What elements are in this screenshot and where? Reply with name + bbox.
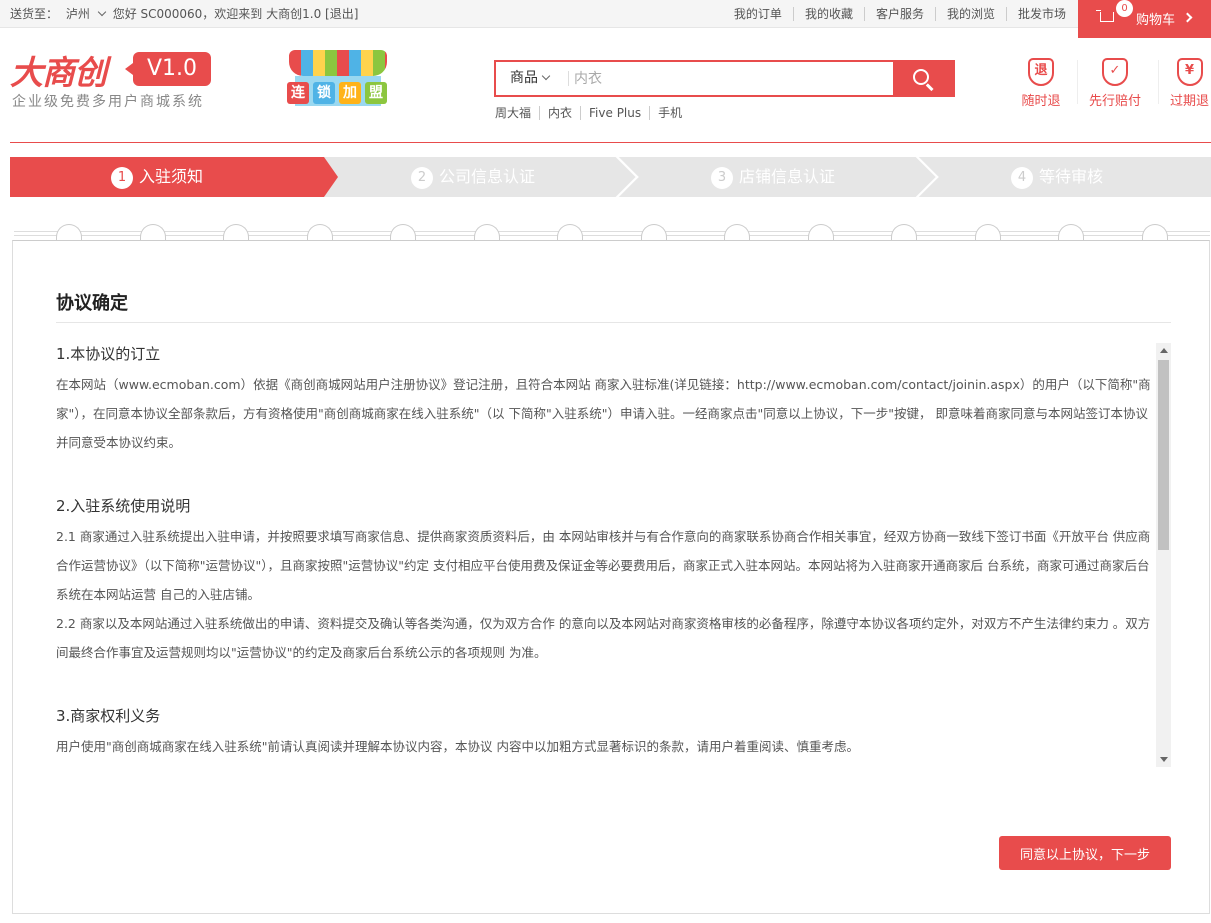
logo-slogan: 企业级免费多用户商城系统	[12, 94, 204, 110]
hot-keyword[interactable]: 内衣	[539, 106, 581, 120]
chevron-down-icon	[97, 7, 107, 17]
yuan-shield-icon: ¥	[1176, 58, 1203, 86]
city-selector[interactable]: 泸州	[65, 7, 107, 21]
section-paragraph: 2.1 商家通过入驻系统提出入驻申请，并按照要求填写商家信息、提供商家资质资料后…	[56, 529, 1151, 602]
promise-expiry-refund[interactable]: ¥ 过期退	[1168, 58, 1211, 109]
step-label: 店铺信息认证	[739, 167, 836, 186]
agreement-section: 3.商家权利义务 用户使用"商创商城商家在线入驻系统"前请认真阅读并理解本协议内…	[56, 705, 1156, 761]
step-2: 2 公司信息认证	[411, 157, 535, 197]
agreement-scroll-box[interactable]: 1.本协议的订立 在本网站（www.ecmoban.com）依据《商创商城网站用…	[56, 343, 1171, 767]
step-3: 3 店铺信息认证	[711, 157, 835, 197]
return-shield-icon: 退	[1028, 58, 1054, 86]
topbar-links: 我的订单 我的收藏 客户服务 我的浏览 批发市场	[722, 0, 1077, 28]
promise-return-anytime[interactable]: 退 随时退	[1018, 58, 1064, 109]
hot-keywords: 周大福 内衣 Five Plus 手机	[495, 104, 691, 121]
hot-keyword[interactable]: Five Plus	[580, 106, 650, 120]
panel-divider	[56, 322, 1171, 323]
link-my-favorites[interactable]: 我的收藏	[793, 7, 865, 21]
step-label: 等待审核	[1039, 167, 1104, 186]
step-4: 4 等待审核	[1011, 157, 1103, 197]
section-paragraph: 在本网站（www.ecmoban.com）依据《商创商城网站用户注册协议》登记注…	[56, 377, 1151, 450]
step-number: 2	[411, 167, 433, 189]
agreement-panel: 协议确定 1.本协议的订立 在本网站（www.ecmoban.com）依据《商创…	[12, 240, 1210, 914]
scroll-up-arrow-icon[interactable]	[1160, 348, 1168, 353]
promise-advance-compensation[interactable]: ✓ 先行赔付	[1085, 58, 1145, 109]
agree-next-button[interactable]: 同意以上协议，下一步	[999, 836, 1171, 870]
ship-to-label: 送货至：	[10, 7, 59, 21]
step-number: 3	[711, 167, 733, 189]
scroll-thumb[interactable]	[1158, 360, 1169, 550]
franchise-banner[interactable]: 连 锁 加 盟	[285, 48, 391, 110]
promise-label: 过期退	[1169, 94, 1209, 109]
promise-divider	[1077, 60, 1078, 104]
search-button[interactable]	[893, 62, 953, 95]
city-label: 泸州	[65, 7, 90, 21]
link-my-history[interactable]: 我的浏览	[935, 7, 1007, 21]
topbar-left: 送货至： 泸州 您好 SC000060，欢迎来到 大商创1.0 [退出]	[10, 0, 362, 28]
panel-title: 协议确定	[56, 293, 128, 314]
cart-label: 购物车	[1136, 13, 1176, 28]
logo-version: V1.0	[125, 52, 211, 86]
cart-button[interactable]: 0 购物车	[1078, 0, 1211, 38]
hot-keyword[interactable]: 手机	[649, 106, 691, 120]
chevron-down-icon	[541, 71, 551, 81]
search-separator	[568, 71, 569, 86]
progress-steps: 1 入驻须知 2 公司信息认证 3 店铺信息认证 4 等待审核	[10, 157, 1211, 197]
franchise-char: 盟	[365, 82, 387, 104]
section-heading: 1.本协议的订立	[56, 345, 161, 363]
binder-line	[14, 231, 1210, 232]
franchise-char: 连	[287, 82, 309, 104]
promise-divider	[1158, 60, 1159, 104]
top-bar: 送货至： 泸州 您好 SC000060，欢迎来到 大商创1.0 [退出] 我的订…	[0, 0, 1211, 28]
search-input[interactable]	[574, 64, 884, 93]
promise-label: 随时退	[1021, 94, 1061, 109]
section-paragraph: 用户使用"商创商城商家在线入驻系统"前请认真阅读并理解本协议内容，本协议 内容中…	[56, 739, 859, 754]
scroll-down-arrow-icon[interactable]	[1160, 757, 1168, 762]
link-my-orders[interactable]: 我的订单	[722, 7, 794, 21]
section-heading: 2.入驻系统使用说明	[56, 497, 191, 515]
agreement-text: 1.本协议的订立 在本网站（www.ecmoban.com）依据《商创商城网站用…	[56, 343, 1156, 767]
welcome-text: 您好 SC000060，欢迎来到 大商创1.0 [退出]	[112, 7, 359, 21]
search-category-label: 商品	[510, 70, 538, 86]
check-shield-icon: ✓	[1102, 58, 1128, 86]
binder-line	[14, 235, 1210, 236]
franchise-char: 加	[339, 82, 361, 104]
step-label: 公司信息认证	[439, 167, 536, 186]
shop-awning-icon	[289, 50, 387, 76]
site-logo[interactable]: 大商创	[10, 46, 107, 94]
step-number: 1	[111, 167, 133, 189]
hot-keyword[interactable]: 周大福	[495, 106, 539, 120]
section-paragraph: 2.2 商家以及本网站通过入驻系统做出的申请、资料提交及确认等各类沟通，仅为双方…	[56, 616, 1151, 660]
cart-count-badge: 0	[1116, 0, 1133, 17]
step-active-arrow	[324, 157, 338, 197]
header-divider	[10, 142, 1211, 143]
link-customer-service[interactable]: 客户服务	[864, 7, 936, 21]
search-category-select[interactable]: 商品	[510, 62, 551, 95]
step-label: 入驻须知	[139, 167, 204, 186]
step-number: 4	[1011, 167, 1033, 189]
search-bar: 商品	[494, 60, 955, 97]
promise-label: 先行赔付	[1088, 94, 1141, 109]
section-heading: 3.商家权利义务	[56, 707, 161, 725]
step-1: 1 入驻须知	[111, 157, 203, 197]
search-icon	[913, 69, 929, 85]
link-wholesale[interactable]: 批发市场	[1007, 7, 1077, 21]
agreement-section: 2.入驻系统使用说明 2.1 商家通过入驻系统提出入驻申请，并按照要求填写商家信…	[56, 495, 1156, 667]
cart-icon	[1096, 10, 1114, 22]
franchise-char: 锁	[313, 82, 335, 104]
vertical-scrollbar[interactable]	[1156, 343, 1171, 767]
agreement-section: 1.本协议的订立 在本网站（www.ecmoban.com）依据《商创商城网站用…	[56, 343, 1156, 457]
chevron-right-icon	[1182, 12, 1193, 23]
